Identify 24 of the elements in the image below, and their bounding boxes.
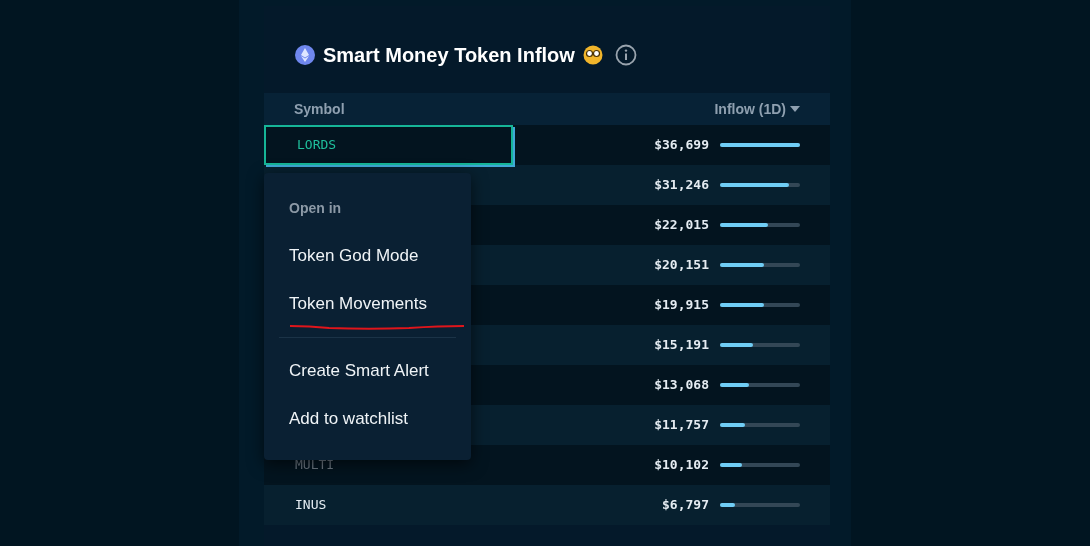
inflow-value: $31,246 — [654, 176, 709, 195]
token-symbol[interactable]: INUS — [295, 495, 327, 515]
column-header[interactable]: Inflow (1D) — [714, 98, 800, 120]
menu-item[interactable]: Token Movements — [264, 280, 471, 328]
menu-item[interactable]: Create Smart Alert — [264, 347, 471, 395]
inflow-value: $11,757 — [654, 416, 709, 435]
menu-item[interactable]: Add to watchlist — [264, 395, 471, 443]
inflow-value: $22,015 — [654, 216, 709, 235]
sort-caret-icon — [790, 106, 800, 112]
inflow-value: $13,068 — [654, 376, 709, 395]
inflow-value: $20,151 — [654, 256, 709, 275]
card-title: Smart Money Token Inflow — [323, 43, 575, 68]
inflow-value: $15,191 — [654, 336, 709, 355]
column-header[interactable]: Symbol — [294, 98, 345, 120]
info-icon[interactable] — [614, 44, 637, 66]
inflow-value: $19,915 — [654, 296, 709, 315]
menu-heading: Open in — [288, 199, 343, 218]
inflow-value: $36,699 — [654, 136, 709, 155]
inflow-value: $6,797 — [662, 496, 709, 515]
inflow-value: $10,102 — [654, 456, 709, 475]
menu-item[interactable]: Token God Mode — [264, 232, 471, 280]
ethereum-icon — [295, 45, 315, 65]
token-symbol[interactable]: LORDS — [297, 135, 337, 155]
glasses-emoji-icon — [582, 45, 603, 65]
